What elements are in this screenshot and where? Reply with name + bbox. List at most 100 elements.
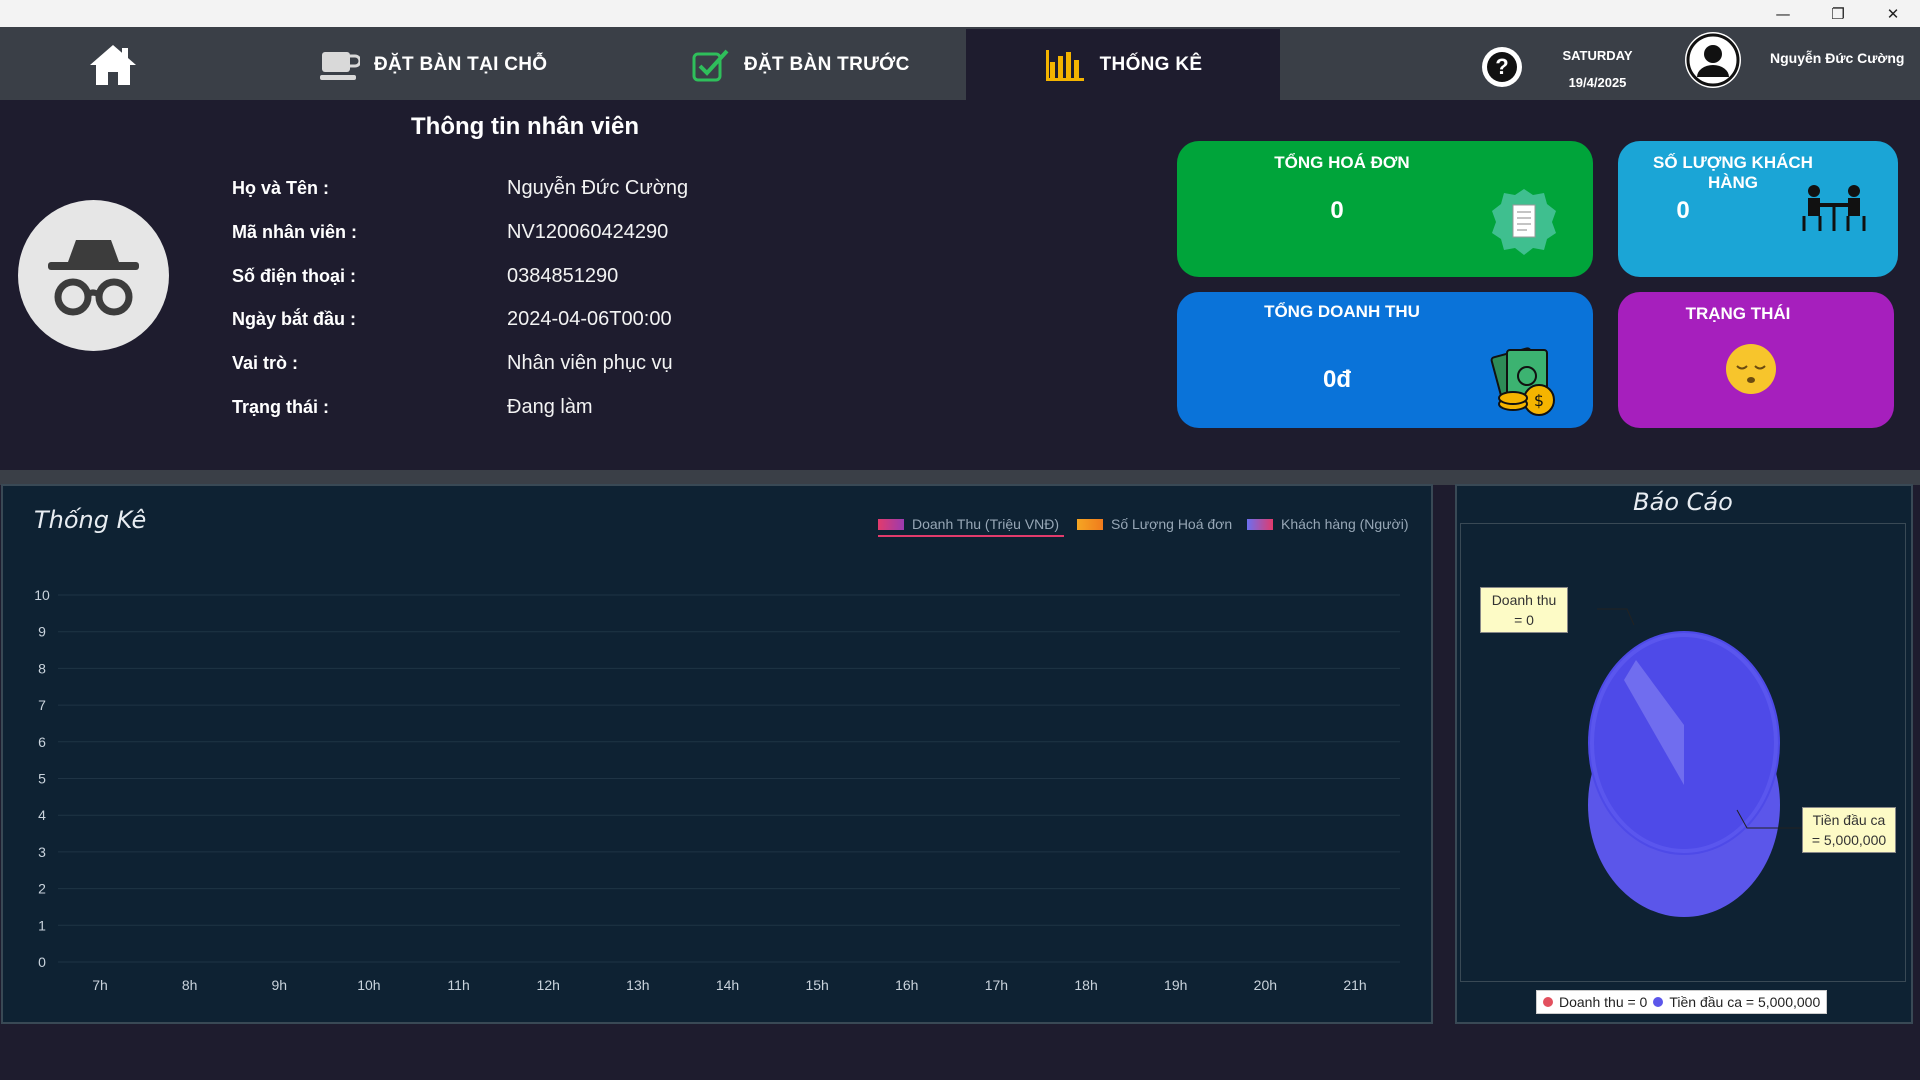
y-tick-label: 5 [38, 771, 46, 787]
pie-legend: Doanh thu = 0 Tiền đầu ca = 5,000,000 [1536, 990, 1828, 1014]
restore-button[interactable]: ❐ [1811, 0, 1865, 27]
y-tick-label: 3 [38, 844, 46, 860]
y-tick-label: 6 [38, 734, 46, 750]
legend-label: Khách hàng (Người) [1281, 516, 1409, 532]
legend-revenue[interactable]: Doanh Thu (Triệu VNĐ) [878, 516, 1059, 532]
info-value: 2024-04-06T00:00 [507, 307, 672, 330]
info-label: Số điện thoại : [232, 265, 356, 286]
x-tick-label: 12h [537, 977, 560, 993]
x-tick-label: 9h [271, 977, 287, 993]
date-label: 19/4/2025 [1568, 75, 1627, 90]
card-customer-count: SỐ LƯỢNG KHÁCH HÀNG 0 [1618, 141, 1898, 277]
date-display: SATURDAY 19/4/2025 [1540, 42, 1655, 96]
x-tick-label: 10h [357, 977, 380, 993]
legend-active-underline [878, 535, 1064, 537]
info-value: Nguyễn Đức Cường [507, 176, 689, 199]
legend-dot-revenue [1543, 997, 1553, 1007]
customers-table-icon [1802, 185, 1866, 231]
card-total-revenue: TỔNG DOANH THU 0đ $ [1177, 292, 1593, 428]
report-title: Báo Cáo [1633, 488, 1733, 516]
tab-dat-ban-tai-cho-label: ĐẶT BÀN TẠI CHỖ [374, 54, 548, 75]
legend-customers[interactable]: Khách hàng (Người) [1247, 516, 1409, 532]
help-icon: ? [1487, 52, 1517, 82]
info-value: Nhân viên phục vụ [507, 351, 673, 374]
x-tick-label: 16h [895, 977, 918, 993]
receipt-icon [1492, 189, 1556, 255]
x-tick-label: 19h [1164, 977, 1187, 993]
legend-dot-cash [1653, 997, 1664, 1007]
x-tick-label: 21h [1343, 977, 1366, 993]
bar-chart-icon [1045, 50, 1084, 81]
y-tick-label: 0 [38, 954, 46, 970]
y-tick-label: 9 [38, 624, 46, 640]
tab-dat-ban-truoc[interactable]: ĐẶT BÀN TRƯỚC [692, 29, 910, 101]
x-tick-label: 14h [716, 977, 739, 993]
x-tick-label: 11h [447, 977, 469, 993]
pie-legend-cash: Tiền đầu ca = 5,000,000 [1669, 994, 1821, 1010]
info-label: Ngày bắt đầu : [232, 308, 357, 329]
x-tick-label: 20h [1254, 977, 1277, 993]
info-row-status: Trạng thái : Đang làm [232, 392, 593, 422]
home-icon [90, 45, 136, 85]
tab-dat-ban-tai-cho[interactable]: ĐẶT BÀN TẠI CHỖ [320, 29, 547, 101]
card-value: 0đ [1322, 366, 1351, 393]
legend-label: Số Lượng Hoá đơn [1111, 516, 1233, 532]
home-button[interactable] [88, 43, 138, 87]
callout-cash: Tiền đầu ca = 5,000,000 [1802, 807, 1896, 853]
info-value: NV120060424290 [507, 220, 669, 243]
tab-thong-ke-label: THỐNG KÊ [1099, 54, 1203, 75]
stats-line-chart: 0 1 2 3 4 5 6 7 8 9 10 7h 8h 9h 10h 11h 12h 13h 14h 15h 16h 1… [34, 587, 1400, 993]
minimize-button[interactable]: — [1756, 0, 1810, 27]
info-label: Mã nhân viên : [232, 221, 358, 242]
info-value: 0384851290 [507, 264, 619, 287]
y-tick-label: 7 [38, 697, 46, 713]
card-title: TỔNG DOANH THU [1264, 302, 1420, 321]
user-avatar[interactable] [1685, 32, 1741, 88]
username-label: Nguyễn Đức Cường [1770, 50, 1905, 66]
info-row-phone: Số điện thoại : 0384851290 [232, 261, 618, 291]
money-coins-icon: $ [1490, 347, 1555, 416]
stats-chart-title: Thống Kê [34, 506, 147, 534]
legend-swatch [1247, 518, 1273, 530]
window-titlebar: — ❐ ✕ [0, 0, 1920, 27]
tab-thong-ke[interactable]: THỐNG KÊ [966, 29, 1280, 101]
card-status: TRẠNG THÁI [1618, 292, 1894, 428]
x-tick-label: 8h [182, 977, 198, 993]
employee-avatar [18, 200, 169, 351]
x-tick-label: 7h [92, 977, 108, 993]
employee-info-title: Thông tin nhân viên [411, 113, 639, 140]
x-tick-label: 18h [1074, 977, 1097, 993]
info-label: Họ và Tên : [232, 177, 330, 198]
callout-revenue: Doanh thu = 0 [1480, 587, 1568, 633]
y-tick-label: 4 [38, 807, 46, 823]
footer-bar [0, 1030, 1920, 1080]
day-label: SATURDAY [1562, 48, 1633, 63]
legend-invoices[interactable]: Số Lượng Hoá đơn [1077, 516, 1232, 532]
legend-swatch [1077, 518, 1103, 530]
section-divider [0, 470, 1920, 485]
svg-text:$: $ [1534, 391, 1544, 410]
x-tick-label: 15h [805, 977, 828, 993]
checkbox-icon [692, 49, 729, 82]
callout-value: = 5,000,000 [1811, 832, 1887, 848]
user-icon [1686, 33, 1740, 87]
coffee-cup-icon [320, 52, 360, 80]
x-tick-label: 13h [626, 977, 649, 993]
card-value: 0 [1676, 197, 1690, 224]
info-row-name: Họ và Tên : Nguyễn Đức Cường [232, 173, 688, 203]
callout-label: Doanh thu [1491, 592, 1557, 608]
legend-swatch [878, 518, 904, 530]
x-tick-label: 17h [985, 977, 1008, 993]
card-value: 0 [1330, 197, 1344, 224]
help-button[interactable]: ? [1482, 47, 1522, 87]
legend-label: Doanh Thu (Triệu VNĐ) [912, 516, 1060, 532]
card-total-invoices: TỔNG HOÁ ĐƠN 0 [1177, 141, 1593, 277]
y-tick-label: 1 [38, 917, 46, 933]
close-button[interactable]: ✕ [1866, 0, 1920, 27]
incognito-icon [48, 240, 139, 316]
sleepy-face-icon [1726, 344, 1776, 394]
y-tick-label: 2 [38, 881, 46, 897]
callout-value: = 0 [1514, 612, 1534, 628]
info-label: Trạng thái : [232, 396, 330, 417]
card-title: TỔNG HOÁ ĐƠN [1274, 153, 1410, 172]
